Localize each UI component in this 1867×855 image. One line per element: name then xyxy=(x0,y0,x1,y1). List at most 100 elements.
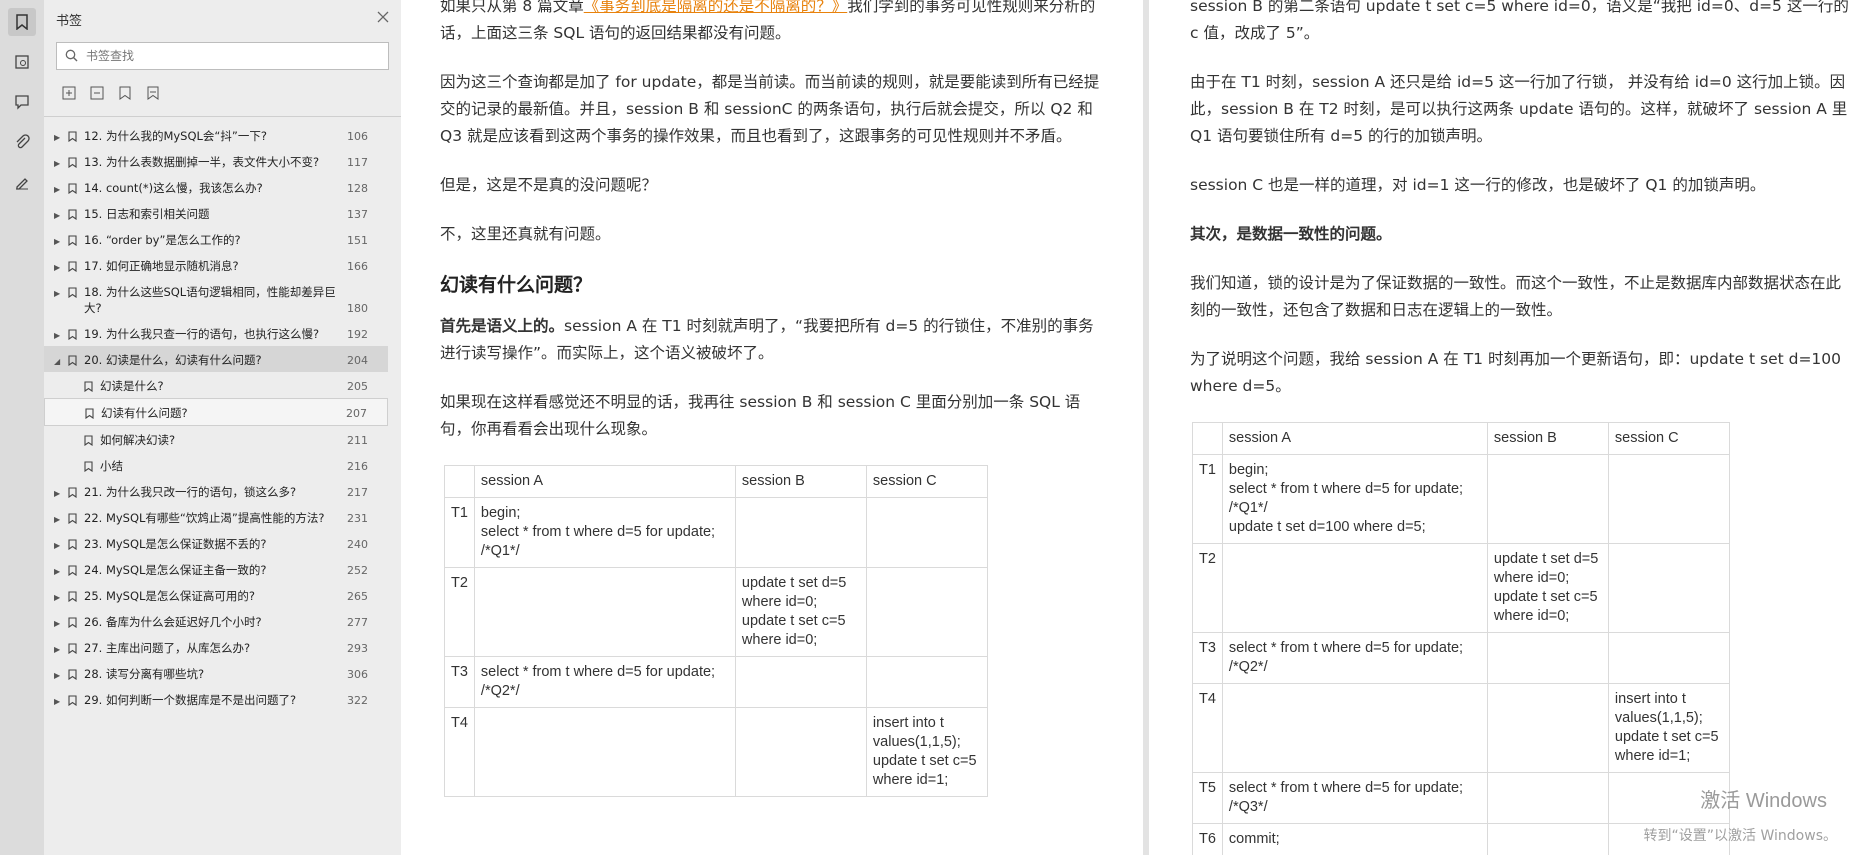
bookmark-icon xyxy=(68,130,77,146)
bookmark-subitem[interactable]: 幻读有什么问题? 207 xyxy=(44,398,388,426)
collapsed-arrow-icon[interactable]: ▶ xyxy=(54,328,60,344)
collapse-all-icon[interactable] xyxy=(88,84,106,102)
bookmark-item[interactable]: ▶ 23. MySQL是怎么保证数据不丢的? 240 xyxy=(44,530,388,556)
bookmark-item[interactable]: ◢ 20. 幻读是什么，幻读有什么问题? 204 xyxy=(44,346,388,372)
table-cell: commit; xyxy=(1221,823,1488,855)
paragraph: 为了说明这个问题，我给 session A 在 T1 时刻再加一个更新语句，即：… xyxy=(1190,350,1842,395)
collapsed-arrow-icon[interactable]: ▶ xyxy=(54,486,60,502)
collapsed-arrow-icon[interactable]: ▶ xyxy=(54,130,60,146)
table-header-cell: session C xyxy=(1607,422,1730,455)
collapsed-arrow-icon[interactable]: ▶ xyxy=(54,616,60,632)
document-viewport: 如果只从第 8 篇文章《事务到底是隔离的还是不隔离的？》我们学到的事务可见性规则… xyxy=(401,0,1867,855)
remove-bookmark-icon[interactable] xyxy=(144,84,162,102)
bookmark-label: 如何解决幻读? xyxy=(100,433,176,447)
bookmark-item[interactable]: ▶ 26. 备库为什么会延迟好几个小时? 277 xyxy=(44,608,388,634)
bookmark-search-input[interactable] xyxy=(84,48,368,64)
bookmark-list: ▶ 12. 为什么我的MySQL会“抖”一下? 106 ▶ 13. 为什么表数据删掉一半… xyxy=(44,122,388,855)
bookmark-page-number: 117 xyxy=(347,156,368,169)
collapsed-arrow-icon[interactable]: ▶ xyxy=(54,512,60,528)
close-icon[interactable] xyxy=(377,11,389,27)
collapsed-arrow-icon[interactable]: ▶ xyxy=(54,564,60,580)
collapsed-arrow-icon[interactable]: ▶ xyxy=(54,234,60,250)
table-row: T5 select * from t where d=5 for update; … xyxy=(1192,772,1730,824)
bookmark-page-number: 205 xyxy=(347,380,368,393)
table-cell: insert into t values(1,1,5); update t se… xyxy=(1607,683,1730,773)
time-cell: T2 xyxy=(1192,543,1223,633)
collapsed-arrow-icon[interactable]: ▶ xyxy=(54,668,60,684)
attachment-icon[interactable] xyxy=(8,128,36,156)
bookmark-search-box[interactable] xyxy=(56,42,389,70)
table-row: T2 update t set d=5 where id=0; update t … xyxy=(444,567,988,657)
activation-watermark-sub: 转到“设置”以激活 Windows。 xyxy=(1643,828,1837,844)
paragraph: 其次，是数据一致性的问题。 xyxy=(1190,225,1392,243)
bookmark-icon xyxy=(68,694,77,710)
bookmark-item[interactable]: ▶ 17. 如何正确地显示随机消息? 166 xyxy=(44,252,388,278)
table-header-cell: session B xyxy=(734,465,867,498)
table-row: T4 insert into t values(1,1,5); update t … xyxy=(1192,683,1730,773)
bookmark-item[interactable]: ▶ 12. 为什么我的MySQL会“抖”一下? 106 xyxy=(44,122,388,148)
collapsed-arrow-icon[interactable]: ▶ xyxy=(54,260,60,276)
table-cell xyxy=(1221,543,1488,633)
add-bookmark-icon[interactable] xyxy=(116,84,134,102)
collapsed-arrow-icon[interactable]: ▶ xyxy=(54,156,60,172)
bookmark-page-number: 204 xyxy=(347,354,368,367)
comment-icon[interactable] xyxy=(8,88,36,116)
thumbnail-icon[interactable] xyxy=(8,48,36,76)
collapsed-arrow-icon[interactable]: ▶ xyxy=(54,538,60,554)
bookmark-item[interactable]: ▶ 28. 读写分离有哪些坑? 306 xyxy=(44,660,388,686)
table-cell xyxy=(865,567,988,657)
expand-all-icon[interactable] xyxy=(60,84,78,102)
session-table: session Asession Bsession C T1 begin; sele… xyxy=(1192,422,1730,855)
collapsed-arrow-icon[interactable]: ▶ xyxy=(54,208,60,224)
table-header-cell: session A xyxy=(1221,422,1488,455)
signature-icon[interactable] xyxy=(8,168,36,196)
page-left: 如果只从第 8 篇文章《事务到底是隔离的还是不隔离的？》我们学到的事务可见性规则… xyxy=(401,0,1143,855)
bookmark-page-number: 137 xyxy=(347,208,368,221)
bookmark-item[interactable]: ▶ 14. count(*)这么慢，我该怎么办? 128 xyxy=(44,174,388,200)
bookmark-subitem[interactable]: 幻读是什么? 205 xyxy=(44,372,388,398)
bookmark-icon xyxy=(84,460,93,476)
bookmark-item[interactable]: ▶ 18. 为什么这些SQL语句逻辑相同，性能却差异巨大? 180 xyxy=(44,278,388,320)
table-cell xyxy=(1486,772,1609,824)
collapsed-arrow-icon[interactable]: ▶ xyxy=(54,694,60,710)
paragraph: 首先是语义上的。session A 在 T1 时刻就声明了，“我要把所有 d=5… xyxy=(440,317,1094,362)
bookmark-item[interactable]: ▶ 15. 日志和索引相关问题 137 xyxy=(44,200,388,226)
bookmark-subitem[interactable]: 小结 216 xyxy=(44,452,388,478)
bookmark-item[interactable]: ▶ 16. “order by”是怎么工作的? 151 xyxy=(44,226,388,252)
table-header-cell: session B xyxy=(1486,422,1609,455)
article-link[interactable]: 《事务到底是隔离的还是不隔离的？》 xyxy=(584,0,848,15)
bookmark-label: 22. MySQL有哪些“饮鸩止渴”提高性能的方法? xyxy=(84,511,325,525)
bookmark-item[interactable]: ▶ 27. 主库出问题了，从库怎么办? 293 xyxy=(44,634,388,660)
bookmark-label: 20. 幻读是什么，幻读有什么问题? xyxy=(84,353,262,367)
bookmark-item[interactable]: ▶ 24. MySQL是怎么保证主备一致的? 252 xyxy=(44,556,388,582)
bookmark-label: 16. “order by”是怎么工作的? xyxy=(84,233,241,247)
bookmark-icon xyxy=(68,260,77,276)
bookmark-item[interactable]: ▶ 21. 为什么我只改一行的语句，锁这么多? 217 xyxy=(44,478,388,504)
table-row: T1 begin; select * from t where d=5 for u… xyxy=(444,497,988,568)
bookmark-item[interactable]: ▶ 25. MySQL是怎么保证高可用的? 265 xyxy=(44,582,388,608)
bookmark-item[interactable]: ▶ 13. 为什么表数据删掉一半，表文件大小不变? 117 xyxy=(44,148,388,174)
bookmark-icon xyxy=(68,156,77,172)
bookmark-subitem[interactable]: 如何解决幻读? 211 xyxy=(44,426,388,452)
bookmark-page-number: 240 xyxy=(347,538,368,551)
bookmark-label: 25. MySQL是怎么保证高可用的? xyxy=(84,589,256,603)
bookmark-toolbar xyxy=(44,70,401,106)
bookmark-label: 28. 读写分离有哪些坑? xyxy=(84,667,205,681)
table-cell: update t set d=5 where id=0; update t se… xyxy=(1486,543,1609,633)
bookmark-label: 23. MySQL是怎么保证数据不丢的? xyxy=(84,537,267,551)
expanded-arrow-icon[interactable]: ◢ xyxy=(54,354,60,370)
bookmark-item[interactable]: ▶ 29. 如何判断一个数据库是不是出问题了? 322 xyxy=(44,686,388,712)
collapsed-arrow-icon[interactable]: ▶ xyxy=(54,642,60,658)
collapsed-arrow-icon[interactable]: ▶ xyxy=(54,182,60,198)
bookmark-panel-icon[interactable] xyxy=(8,8,36,36)
bookmark-item[interactable]: ▶ 22. MySQL有哪些“饮鸩止渴”提高性能的方法? 231 xyxy=(44,504,388,530)
table-cell: select * from t where d=5 for update; /*… xyxy=(1221,632,1488,684)
bookmark-label: 幻读有什么问题? xyxy=(101,406,188,420)
time-cell: T4 xyxy=(1192,683,1223,773)
bookmark-item[interactable]: ▶ 19. 为什么我只查一行的语句，也执行这么慢? 192 xyxy=(44,320,388,346)
collapsed-arrow-icon[interactable]: ▶ xyxy=(54,286,60,302)
bookmark-label: 15. 日志和索引相关问题 xyxy=(84,207,210,221)
collapsed-arrow-icon[interactable]: ▶ xyxy=(54,590,60,606)
bookmark-icon xyxy=(68,642,77,658)
table-row: T3 select * from t where d=5 for update; … xyxy=(444,656,988,708)
